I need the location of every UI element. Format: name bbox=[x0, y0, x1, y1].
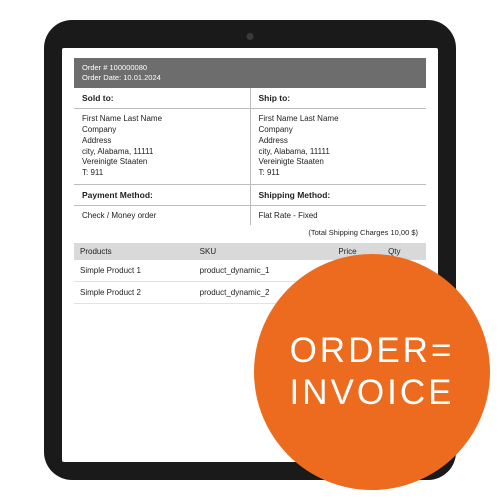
sold-to-label: Sold to: bbox=[74, 88, 251, 108]
ship-to-address: Address bbox=[259, 136, 419, 147]
payment-label: Payment Method: bbox=[74, 185, 251, 205]
camera-dot bbox=[247, 33, 254, 40]
order-number: Order # 100000080 bbox=[82, 63, 418, 73]
sold-to-phone: T: 911 bbox=[82, 168, 242, 179]
cell-sku: product_dynamic_1 bbox=[194, 260, 300, 282]
addresses-labels-row: Sold to: Ship to: bbox=[74, 88, 426, 109]
ship-to-city: city, Alabama, 11111 bbox=[259, 147, 419, 158]
ship-to-name: First Name Last Name bbox=[259, 114, 419, 125]
ship-to-label: Ship to: bbox=[251, 88, 427, 108]
addresses-row: First Name Last Name Company Address cit… bbox=[74, 109, 426, 185]
methods-labels-row: Payment Method: Shipping Method: bbox=[74, 185, 426, 206]
badge-line1: ORDER= bbox=[290, 330, 455, 372]
ship-to-block: First Name Last Name Company Address cit… bbox=[251, 109, 427, 184]
sold-to-city: city, Alabama, 11111 bbox=[82, 147, 242, 158]
sold-to-address: Address bbox=[82, 136, 242, 147]
ship-to-phone: T: 911 bbox=[259, 168, 419, 179]
ship-to-country: Vereinigte Staaten bbox=[259, 157, 419, 168]
ship-to-company: Company bbox=[259, 125, 419, 136]
sold-to-name: First Name Last Name bbox=[82, 114, 242, 125]
order-invoice-badge: ORDER= INVOICE bbox=[254, 254, 490, 490]
col-sku: SKU bbox=[194, 243, 300, 260]
order-header: Order # 100000080 Order Date: 10.01.2024 bbox=[74, 58, 426, 88]
order-date: Order Date: 10.01.2024 bbox=[82, 73, 418, 83]
badge-line2: INVOICE bbox=[290, 372, 455, 414]
cell-product: Simple Product 1 bbox=[74, 260, 194, 282]
sold-to-company: Company bbox=[82, 125, 242, 136]
shipping-method: Flat Rate - Fixed bbox=[251, 206, 427, 225]
col-products: Products bbox=[74, 243, 194, 260]
shipping-charges-note: (Total Shipping Charges 10,00 $) bbox=[74, 225, 426, 243]
cell-product: Simple Product 2 bbox=[74, 282, 194, 304]
shipping-label: Shipping Method: bbox=[251, 185, 427, 205]
methods-row: Check / Money order Flat Rate - Fixed bbox=[74, 206, 426, 225]
sold-to-block: First Name Last Name Company Address cit… bbox=[74, 109, 251, 184]
payment-method: Check / Money order bbox=[74, 206, 251, 225]
sold-to-country: Vereinigte Staaten bbox=[82, 157, 242, 168]
